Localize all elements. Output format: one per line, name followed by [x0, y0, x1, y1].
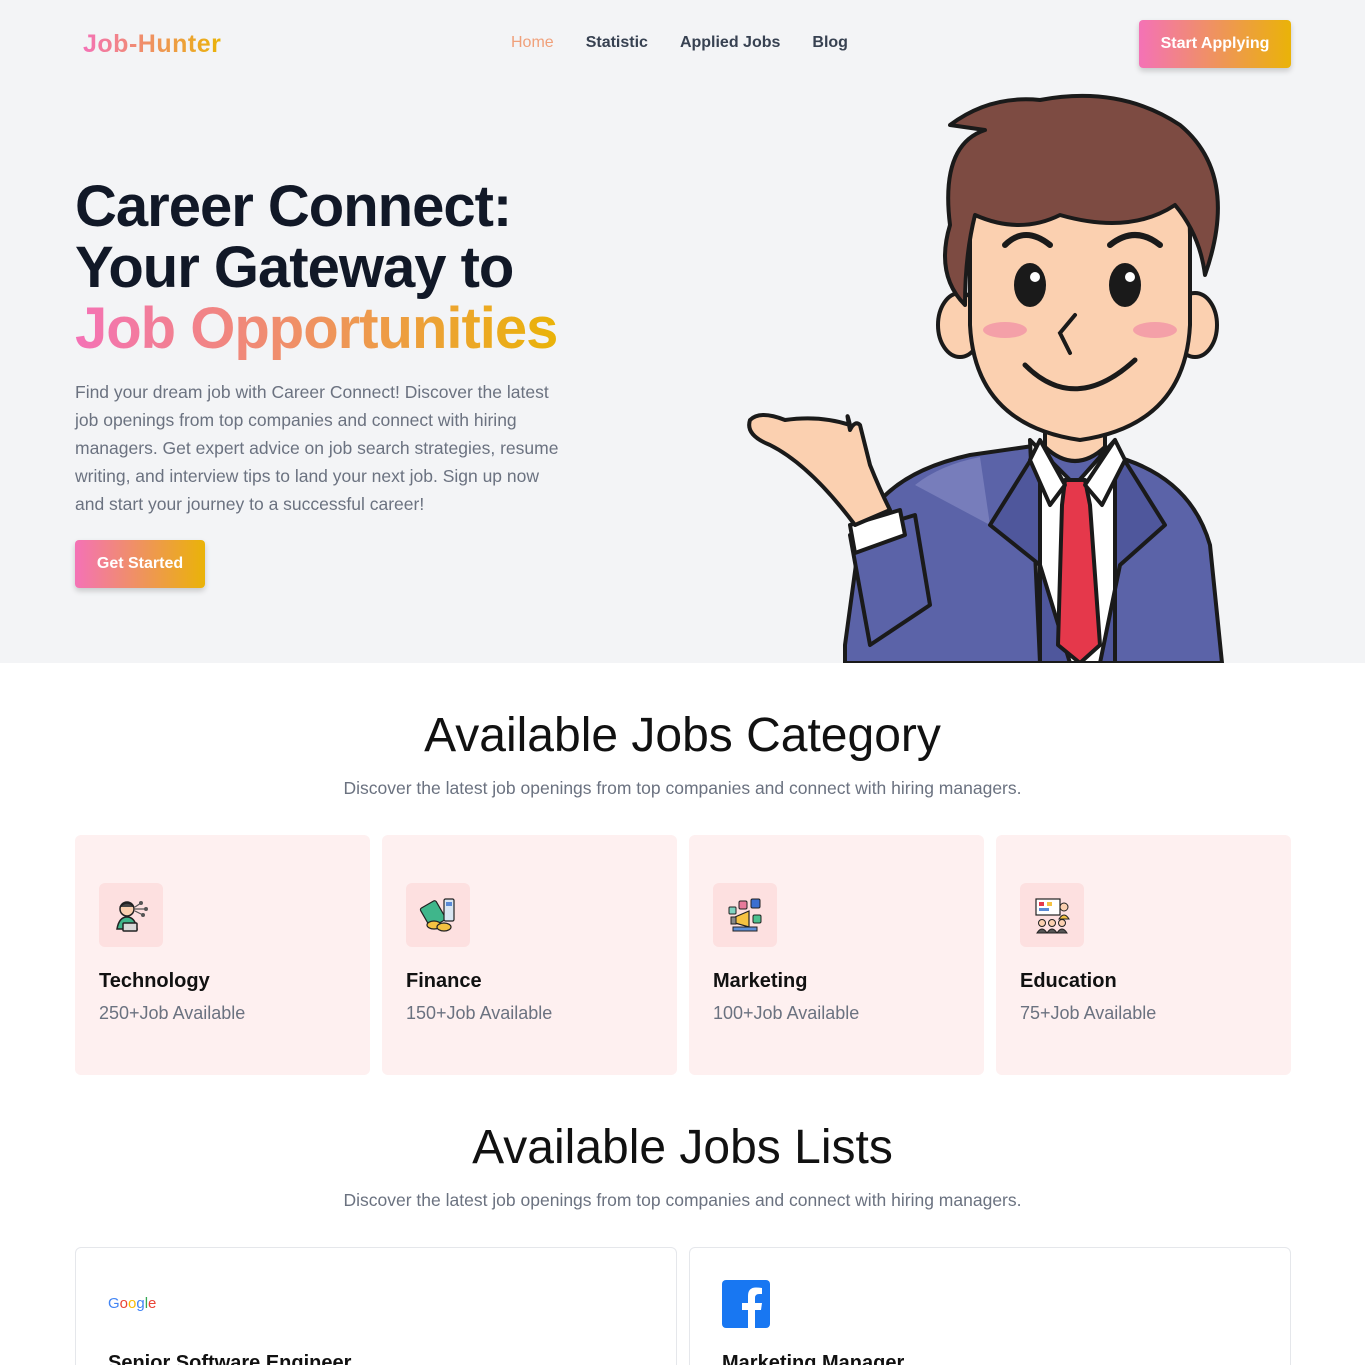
job-title: Marketing Manager: [722, 1352, 905, 1365]
navbar: Job-Hunter Home Statistic Applied Jobs B…: [0, 0, 1365, 90]
finance-icon: [406, 883, 470, 947]
hero-description: Find your dream job with Career Connect!…: [75, 382, 559, 514]
category-card-education[interactable]: Education 75+Job Available: [996, 835, 1291, 1075]
start-applying-button[interactable]: Start Applying: [1139, 20, 1291, 68]
job-card[interactable]: Marketing Manager: [689, 1247, 1291, 1365]
job-title: Senior Software Engineer: [108, 1352, 352, 1365]
job-card[interactable]: Google Senior Software Engineer: [75, 1247, 677, 1365]
nav-link-home[interactable]: Home: [511, 34, 554, 52]
hero-title-line-2: Your Gateway to: [75, 235, 514, 300]
category-name: Marketing: [713, 970, 808, 992]
get-started-button[interactable]: Get Started: [75, 540, 205, 588]
category-section-subtitle: Discover the latest job openings from to…: [343, 778, 1022, 798]
nav-link-statistic[interactable]: Statistic: [586, 34, 648, 52]
hero-title-highlight: Job Opportunities: [75, 296, 558, 361]
education-icon: [1020, 883, 1084, 947]
category-count: 75+Job Available: [1020, 1003, 1157, 1023]
svg-text:Google: Google: [108, 1295, 156, 1312]
main-nav: Home Statistic Applied Jobs Blog: [511, 34, 848, 52]
category-count: 150+Job Available: [406, 1003, 553, 1023]
facebook-logo: [722, 1280, 770, 1328]
jobs-section-title: Available Jobs Lists: [472, 1121, 893, 1174]
technology-icon: [99, 883, 163, 947]
hero-title: Career Connect: Your Gateway to Job Oppo…: [75, 176, 635, 359]
nav-link-applied-jobs[interactable]: Applied Jobs: [680, 34, 780, 52]
hero-title-line-1: Career Connect:: [75, 174, 512, 239]
category-count: 250+Job Available: [99, 1003, 246, 1023]
category-name: Finance: [406, 970, 482, 992]
category-name: Education: [1020, 970, 1117, 992]
category-card-technology[interactable]: Technology 250+Job Available: [75, 835, 370, 1075]
category-card-finance[interactable]: Finance 150+Job Available: [382, 835, 677, 1075]
category-name: Technology: [99, 970, 210, 992]
google-logo: Google: [108, 1295, 156, 1312]
category-card-marketing[interactable]: Marketing 100+Job Available: [689, 835, 984, 1075]
marketing-icon: [713, 883, 777, 947]
category-count: 100+Job Available: [713, 1003, 860, 1023]
site-logo[interactable]: Job-Hunter: [83, 30, 221, 59]
nav-link-blog[interactable]: Blog: [812, 34, 848, 52]
category-section-title: Available Jobs Category: [424, 709, 941, 762]
businessman-illustration: [747, 93, 1224, 663]
jobs-section-subtitle: Discover the latest job openings from to…: [343, 1190, 1022, 1210]
